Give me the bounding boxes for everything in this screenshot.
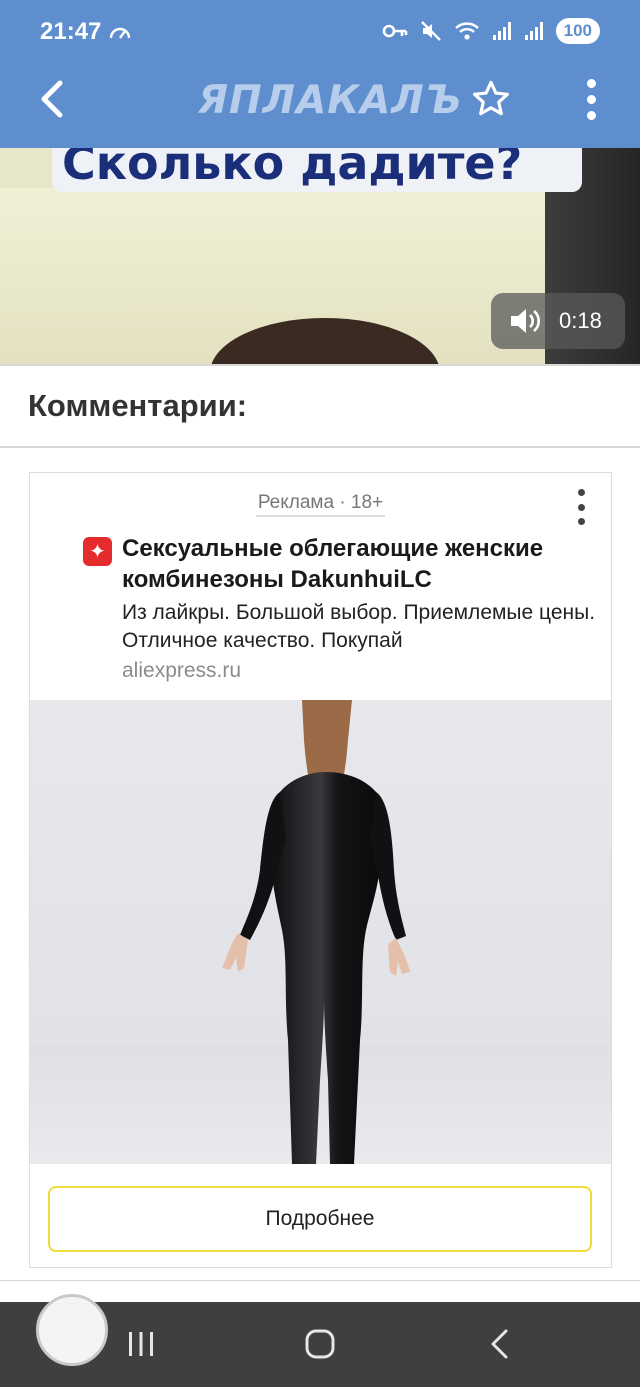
site-logo[interactable]: ЯПЛАКАЛЪ bbox=[198, 78, 461, 123]
status-bar: 21:47 100 bbox=[0, 0, 640, 62]
dot-icon bbox=[586, 94, 596, 104]
more-options-button[interactable] bbox=[574, 76, 608, 122]
dot-icon bbox=[586, 110, 596, 120]
back-icon bbox=[491, 1329, 508, 1359]
ad-more-button[interactable]: Подробнее bbox=[48, 1186, 592, 1252]
ad-card[interactable]: Реклама · 18+ ✦ Сексуальные облегающие ж… bbox=[29, 472, 612, 1268]
signal-icon-2 bbox=[524, 22, 543, 40]
dot-icon bbox=[586, 78, 596, 88]
back-button[interactable] bbox=[30, 77, 74, 121]
video-sound-control[interactable]: 0:18 bbox=[491, 293, 625, 349]
recents-icon bbox=[129, 1332, 153, 1356]
signal-icon bbox=[492, 22, 511, 40]
ad-label-text: Реклама · 18+ bbox=[255, 492, 386, 517]
star-icon bbox=[472, 80, 510, 116]
divider bbox=[0, 364, 640, 366]
favorite-button[interactable] bbox=[468, 76, 514, 122]
toolbar: ЯПЛАКАЛЪ bbox=[0, 62, 640, 148]
chevron-left-icon bbox=[41, 80, 63, 118]
aliexpress-favicon-icon: ✦ bbox=[83, 537, 112, 566]
model-figure bbox=[222, 700, 410, 1164]
key-icon bbox=[382, 24, 407, 38]
avatar bbox=[36, 1294, 108, 1366]
divider bbox=[0, 446, 640, 448]
comments-heading: Комментарии: bbox=[28, 388, 248, 423]
speaker-icon bbox=[511, 309, 540, 333]
dot-icon bbox=[577, 518, 585, 525]
ad-image[interactable] bbox=[30, 700, 611, 1164]
battery-indicator: 100 bbox=[555, 18, 600, 44]
wifi-icon bbox=[454, 22, 479, 40]
system-navigation-bar bbox=[0, 1294, 640, 1387]
status-icons: 100 bbox=[382, 18, 600, 44]
status-time: 21:47 bbox=[40, 18, 102, 45]
recents-button[interactable] bbox=[111, 1320, 171, 1368]
ad-domain[interactable]: aliexpress.ru bbox=[122, 659, 241, 683]
home-button[interactable] bbox=[290, 1320, 350, 1368]
ad-menu-button[interactable] bbox=[571, 489, 591, 525]
video-caption: Сколько дадите? bbox=[62, 148, 523, 190]
dot-icon bbox=[577, 489, 585, 496]
home-icon bbox=[305, 1329, 335, 1359]
video-duration: 0:18 bbox=[559, 308, 602, 333]
divider bbox=[0, 1280, 640, 1281]
mute-icon bbox=[420, 21, 441, 41]
app-bar: 21:47 100 ЯПЛАКАЛЪ bbox=[0, 0, 640, 148]
ad-description: Из лайкры. Большой выбор. Приемлемые цен… bbox=[122, 601, 596, 652]
video-player[interactable]: Сколько дадите? 0:18 bbox=[0, 148, 640, 364]
ad-title[interactable]: Сексуальные облегающие женские комбинезо… bbox=[122, 533, 592, 595]
ad-label: Реклама · 18+ bbox=[30, 492, 611, 517]
system-back-button[interactable] bbox=[470, 1320, 530, 1368]
speedometer-icon bbox=[109, 27, 131, 39]
dot-icon bbox=[577, 503, 585, 511]
